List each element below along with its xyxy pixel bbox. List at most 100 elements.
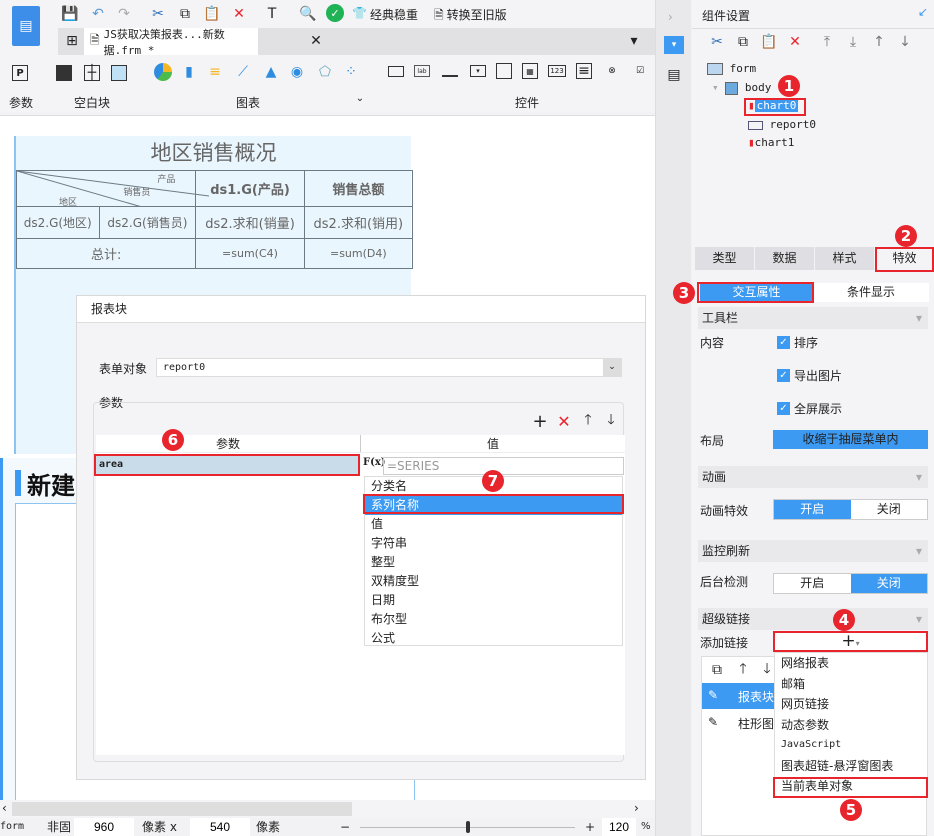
text-icon[interactable]: T xyxy=(262,4,282,24)
copy-icon[interactable]: ⧉ xyxy=(734,33,752,51)
tree-item-report0[interactable]: report0 xyxy=(748,118,816,131)
move-up-icon[interactable]: 🡑 xyxy=(734,661,752,679)
area-chart-icon[interactable]: ▲ xyxy=(262,63,280,81)
copy-icon[interactable]: ⧉ xyxy=(175,4,195,24)
label-widget-icon[interactable]: lab xyxy=(414,65,430,77)
width-input[interactable] xyxy=(74,818,134,836)
menu-item-dynamic-param[interactable]: 动态参数 xyxy=(775,715,927,736)
cut-icon[interactable]: ✂ xyxy=(148,4,168,24)
option-string[interactable]: 字符串 xyxy=(365,534,622,553)
move-down-icon[interactable]: 🡓 xyxy=(602,412,620,430)
target-select[interactable]: report0 ⌄ xyxy=(156,358,622,377)
option-value[interactable]: 值 xyxy=(365,515,622,534)
delete-icon[interactable]: ✕ xyxy=(229,4,249,24)
section-toolbar[interactable]: 工具栏 xyxy=(698,307,928,329)
radar-chart-icon[interactable]: ⬠ xyxy=(316,63,334,81)
tree-widget-icon[interactable]: ≡ xyxy=(576,63,592,79)
copy-icon[interactable]: ⧉ xyxy=(708,661,726,679)
tree-item-form[interactable]: form xyxy=(707,62,756,75)
menu-item-web-report[interactable]: 网络报表 xyxy=(775,653,927,674)
cell[interactable]: =sum(D4) xyxy=(303,238,414,269)
tab-type[interactable]: 类型 xyxy=(695,247,754,270)
check-fullscreen[interactable]: ✓ 全屏展示 xyxy=(777,400,842,417)
textbox-widget-icon[interactable] xyxy=(388,66,404,77)
delete-icon[interactable]: ✕ xyxy=(786,33,804,51)
textarea-widget-icon[interactable] xyxy=(442,65,458,77)
option-boolean[interactable]: 布尔型 xyxy=(365,610,622,629)
close-tab-icon[interactable]: ✕ xyxy=(306,31,326,51)
dropdown-widget-icon[interactable]: ▾ xyxy=(470,65,486,77)
cell-total-sales[interactable]: 销售总额 xyxy=(303,170,414,207)
value-input[interactable]: =SERIES xyxy=(383,457,624,475)
animation-on[interactable]: 开启 xyxy=(774,500,851,519)
monitor-off[interactable]: 关闭 xyxy=(850,574,927,593)
cell[interactable]: =sum(C4) xyxy=(195,238,305,269)
new-tab-icon[interactable]: ⊞ xyxy=(62,31,82,51)
number-widget-icon[interactable]: 123 xyxy=(548,65,566,77)
tab-block-icon[interactable] xyxy=(111,65,127,81)
edit-icon[interactable]: ✎ xyxy=(708,688,718,702)
preview-icon[interactable]: ▤ xyxy=(12,6,40,46)
zoom-out-icon[interactable]: − xyxy=(340,818,350,836)
section-hyperlink[interactable]: 超级链接 xyxy=(698,608,928,630)
scroll-left-icon[interactable]: ‹ xyxy=(2,801,7,815)
cut-icon[interactable]: ✂ xyxy=(708,33,726,51)
option-integer[interactable]: 整型 xyxy=(365,553,622,572)
move-top-icon[interactable]: ⤒ xyxy=(818,33,836,51)
animation-toggle[interactable]: 开启 关闭 xyxy=(773,499,928,520)
monitor-on[interactable]: 开启 xyxy=(774,574,851,593)
animation-off[interactable]: 关闭 xyxy=(851,500,928,519)
delete-param-icon[interactable]: ✕ xyxy=(555,412,573,431)
blank-block-icon[interactable] xyxy=(56,65,72,81)
radio-widget-icon[interactable]: ⊗ xyxy=(604,63,620,79)
file-tab[interactable]: 🗎 JS获取决策报表...新数据.frm * xyxy=(84,28,258,57)
layout-block-icon[interactable]: ┼ xyxy=(84,65,100,81)
check-export[interactable]: ✓ 导出图片 xyxy=(777,367,842,384)
cell[interactable]: 总计: xyxy=(15,238,197,269)
expand-arrow-icon[interactable]: › xyxy=(668,10,673,24)
cell[interactable]: ds2.G(销售员) xyxy=(98,206,197,239)
checkbox-widget-icon[interactable]: ☑ xyxy=(632,63,648,79)
section-animation[interactable]: 动画 xyxy=(698,466,928,488)
date-widget-icon[interactable]: ▦ xyxy=(522,63,538,79)
redo-icon[interactable]: ↷ xyxy=(114,4,134,24)
cell[interactable]: ds2.G(地区) xyxy=(16,206,100,239)
height-input[interactable] xyxy=(190,818,250,836)
add-icon[interactable]: + xyxy=(531,411,549,432)
layout-panel-icon[interactable]: ▤ xyxy=(664,66,684,84)
undo-icon[interactable]: ↶ xyxy=(88,4,108,24)
check-icon[interactable]: ✓ xyxy=(326,4,344,22)
tree-item-body[interactable]: ▾ body xyxy=(712,81,771,95)
link-item[interactable]: ✎ 柱形图 xyxy=(702,710,776,736)
line-chart-icon[interactable]: ⟋ xyxy=(234,63,252,81)
layout-select[interactable]: 收缩于抽屉菜单内 xyxy=(773,430,928,449)
zoom-input[interactable] xyxy=(602,818,636,836)
paste-icon[interactable]: 📋 xyxy=(202,4,222,24)
tab-style[interactable]: 样式 xyxy=(815,247,874,270)
option-date[interactable]: 日期 xyxy=(365,591,622,610)
scroll-right-icon[interactable]: › xyxy=(634,801,639,815)
move-bottom-icon[interactable]: ⤓ xyxy=(844,33,862,51)
option-double[interactable]: 双精度型 xyxy=(365,572,622,591)
pie-chart-icon[interactable] xyxy=(154,63,172,81)
zoom-slider-handle[interactable] xyxy=(466,821,470,833)
inspect-icon[interactable]: 🔍 xyxy=(298,4,318,24)
bar-chart-icon[interactable]: ▮ xyxy=(180,63,198,81)
subtab-condition[interactable]: 条件显示 xyxy=(813,283,929,302)
menu-item-javascript[interactable]: JavaScript xyxy=(775,735,927,756)
menu-item-web-link[interactable]: 网页链接 xyxy=(775,694,927,715)
move-up-icon[interactable]: 🡑 xyxy=(579,412,597,430)
classic-theme-button[interactable]: 👕 经典稳重 xyxy=(352,6,418,23)
zoom-in-icon[interactable]: + xyxy=(585,818,595,836)
collapse-icon[interactable]: ↙ xyxy=(918,5,928,19)
horizontal-scrollbar[interactable]: ‹ › xyxy=(0,800,655,818)
param-icon[interactable]: P xyxy=(12,65,28,81)
tab-data[interactable]: 数据 xyxy=(755,247,814,270)
check-sort[interactable]: ✓ 排序 xyxy=(777,334,818,351)
option-formula[interactable]: 公式 xyxy=(365,629,622,648)
paste-icon[interactable]: 📋 xyxy=(760,33,778,51)
save-icon[interactable]: 💾 xyxy=(60,4,80,24)
edit-icon[interactable]: ✎ xyxy=(708,715,718,729)
convert-old-button[interactable]: 🗎 转换至旧版 xyxy=(434,6,507,27)
component-panel-icon[interactable]: ▾ xyxy=(664,36,684,54)
